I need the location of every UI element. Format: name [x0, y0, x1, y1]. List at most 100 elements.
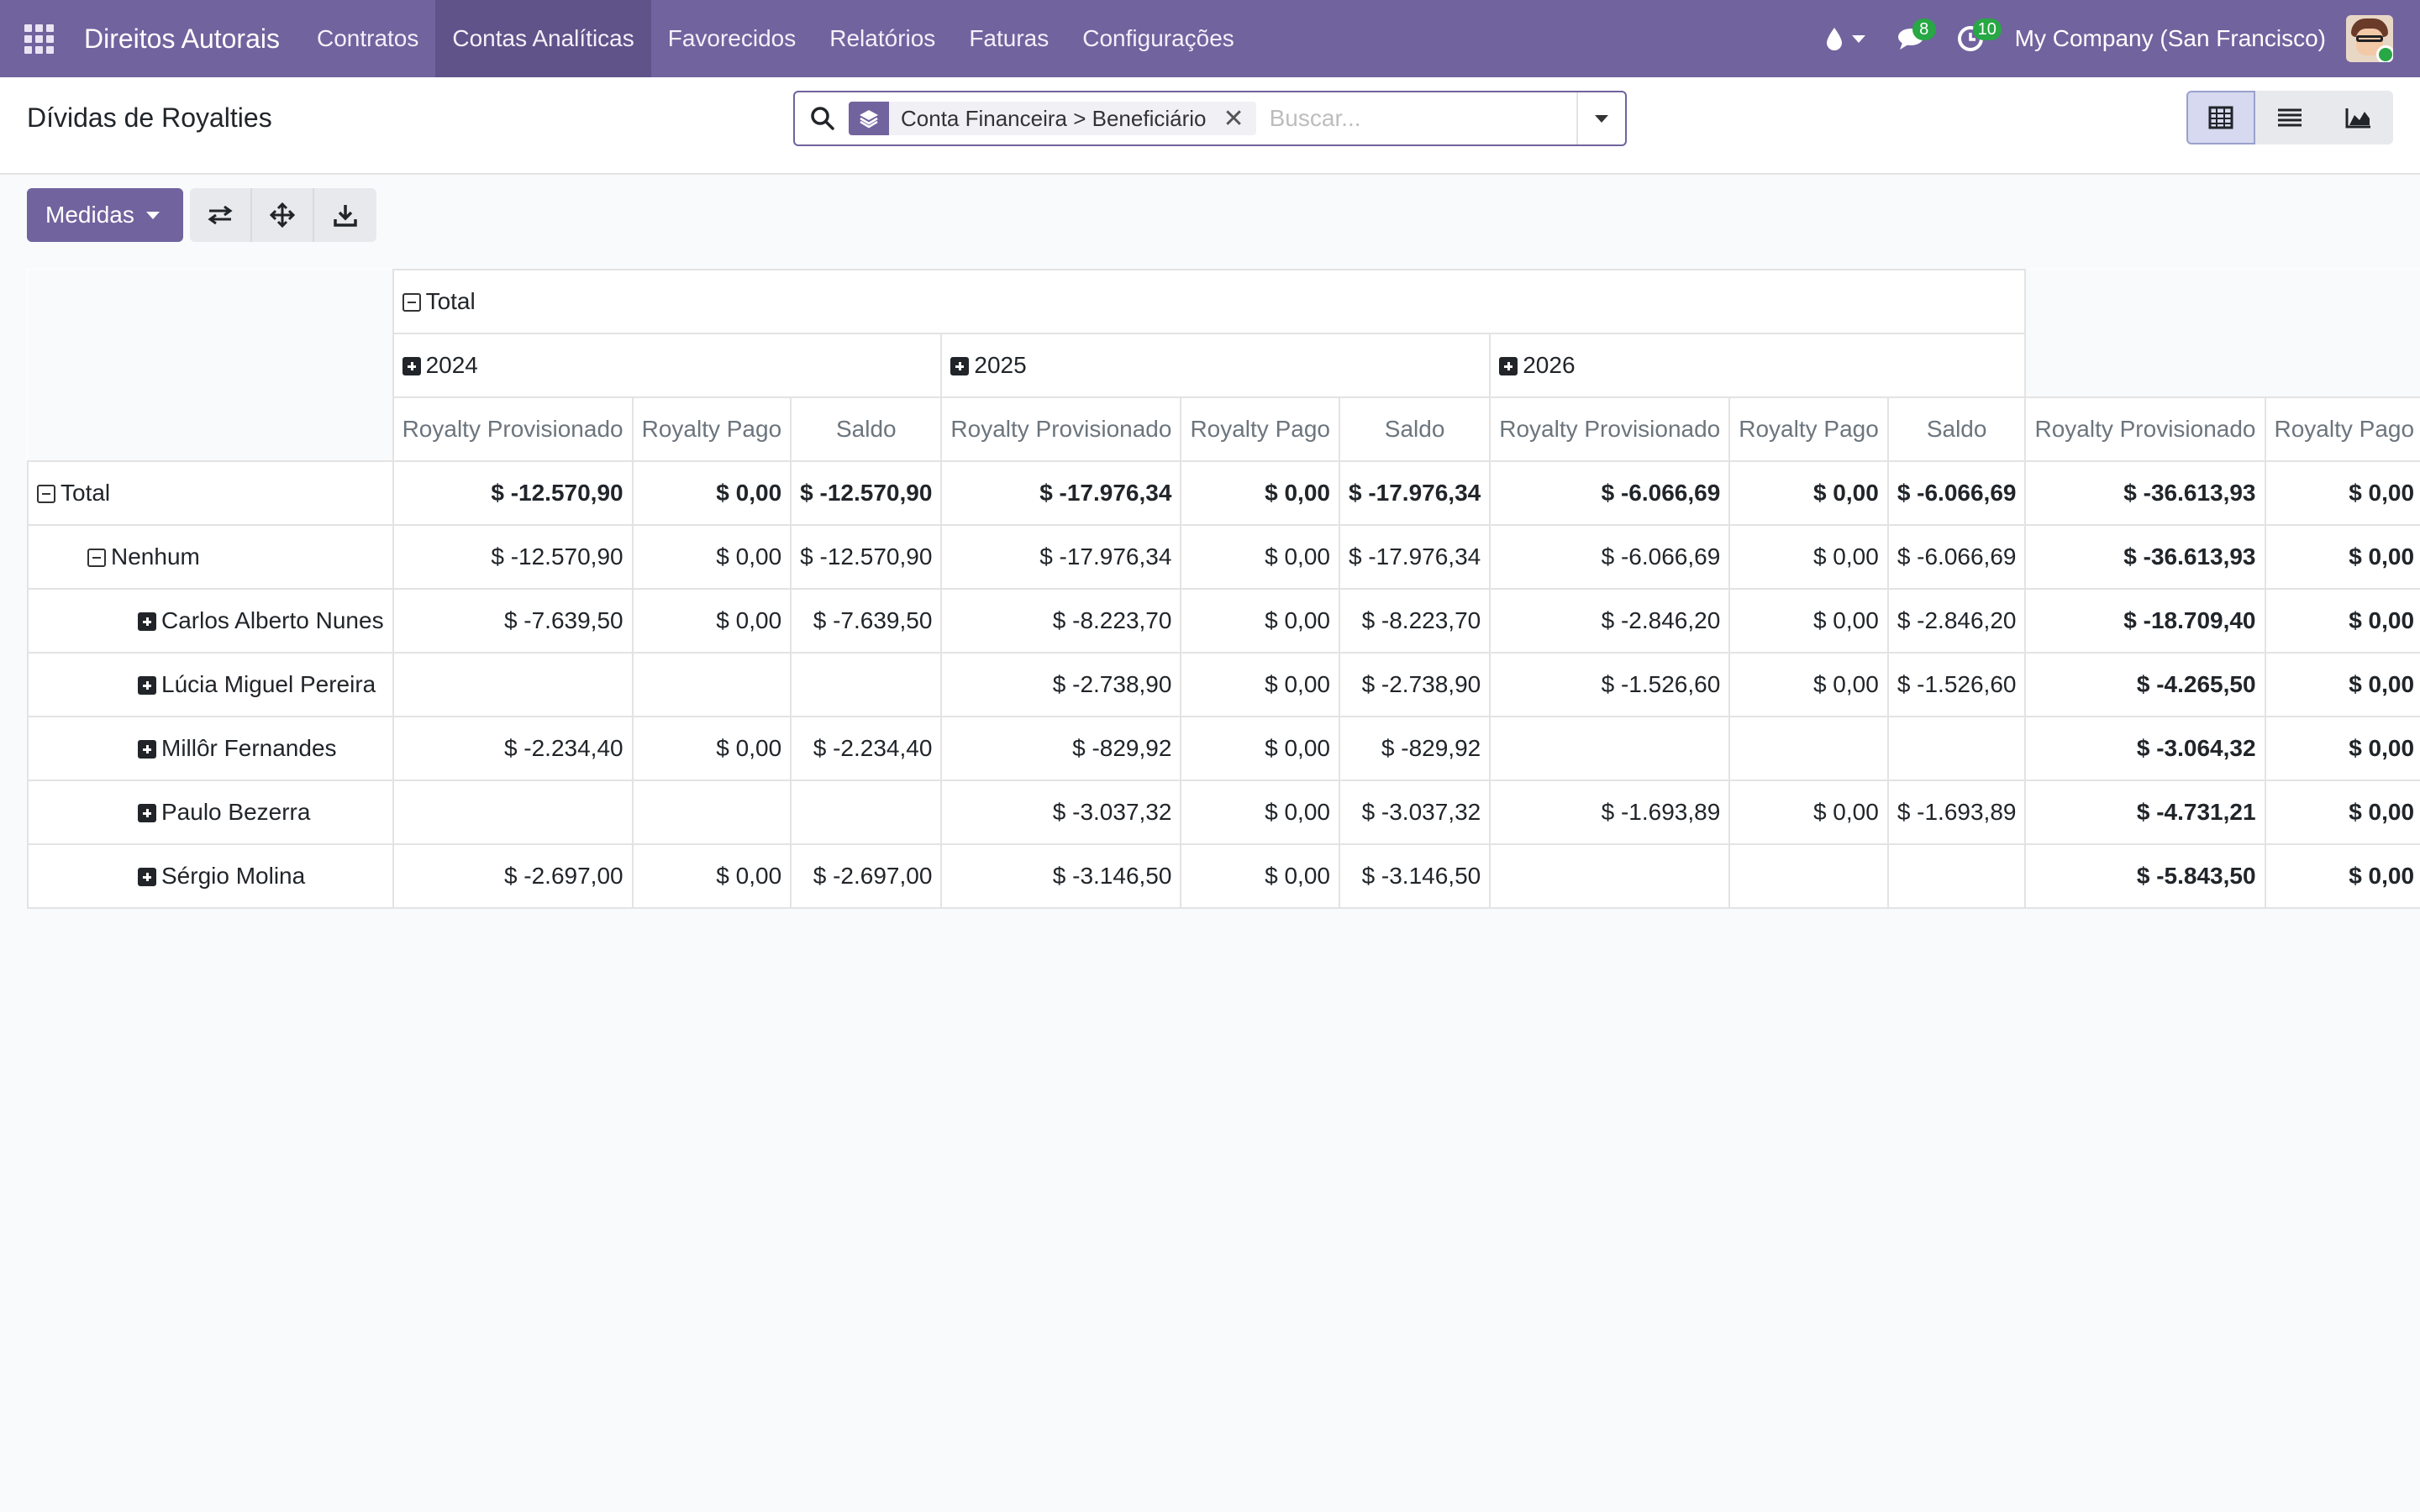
pivot-cell[interactable]: $ -1.526,60: [1489, 652, 1731, 717]
pivot-cell[interactable]: $ 0,00: [1728, 780, 1889, 845]
measure-header[interactable]: Saldo: [1886, 396, 2027, 462]
pivot-cell[interactable]: $ -17.976,34: [1338, 524, 1491, 590]
pivot-cell[interactable]: $ 0,00: [631, 460, 792, 526]
pivot-cell[interactable]: $ 0,00: [631, 524, 792, 590]
pivot-cell[interactable]: $ -2.697,00: [392, 843, 634, 909]
pivot-cell[interactable]: [1886, 843, 2027, 909]
pivot-cell[interactable]: $ -12.570,90: [392, 460, 634, 526]
pivot-cell[interactable]: [631, 780, 792, 845]
pivot-cell[interactable]: [392, 780, 634, 845]
pivot-cell[interactable]: $ -2.234,40: [790, 716, 943, 781]
facet-remove-icon[interactable]: ✕: [1206, 104, 1244, 134]
theme-dropdown[interactable]: [1810, 0, 1881, 77]
pivot-cell[interactable]: $ -2.846,20: [1886, 588, 2027, 654]
pivot-cell[interactable]: [392, 652, 634, 717]
row-header[interactable]: Lúcia Miguel Pereira: [27, 652, 394, 717]
pivot-cell[interactable]: $ -7.639,50: [392, 588, 634, 654]
pivot-cell[interactable]: $ -1.693,89: [1886, 780, 2027, 845]
pivot-cell[interactable]: $ -829,92: [1338, 716, 1491, 781]
pivot-cell[interactable]: $ 0,00: [2264, 843, 2420, 909]
pivot-cell[interactable]: $ -6.066,69: [1886, 524, 2027, 590]
pivot-cell[interactable]: $ -7.639,50: [790, 588, 943, 654]
search-input[interactable]: [1269, 105, 1555, 132]
pivot-cell[interactable]: $ -3.037,32: [1338, 780, 1491, 845]
nav-contratos[interactable]: Contratos: [300, 0, 435, 77]
pivot-cell[interactable]: $ 0,00: [1180, 588, 1340, 654]
year-header-2025[interactable]: 2025: [940, 333, 1491, 398]
pivot-cell[interactable]: $ 0,00: [1728, 652, 1889, 717]
measure-header[interactable]: Royalty Pago: [1728, 396, 1889, 462]
pivot-cell[interactable]: [1489, 716, 1731, 781]
measure-header[interactable]: Saldo: [1338, 396, 1491, 462]
pivot-cell[interactable]: $ -5.843,50: [2024, 843, 2266, 909]
year-header-2026[interactable]: 2026: [1489, 333, 2027, 398]
pivot-cell[interactable]: [631, 652, 792, 717]
measure-header[interactable]: Saldo: [790, 396, 943, 462]
pivot-cell[interactable]: $ -8.223,70: [940, 588, 1182, 654]
messages-button[interactable]: 8: [1881, 0, 1941, 77]
pivot-cell[interactable]: $ -18.709,40: [2024, 588, 2266, 654]
pivot-cell[interactable]: $ 0,00: [1180, 524, 1340, 590]
pivot-cell[interactable]: $ -6.066,69: [1886, 460, 2027, 526]
pivot-cell[interactable]: $ -829,92: [940, 716, 1182, 781]
flip-axis-button[interactable]: [190, 188, 252, 242]
search-options-toggle[interactable]: [1576, 92, 1625, 144]
pivot-cell[interactable]: [1489, 843, 1731, 909]
pivot-cell[interactable]: $ -17.976,34: [1338, 460, 1491, 526]
pivot-cell[interactable]: $ -36.613,93: [2024, 524, 2266, 590]
user-avatar[interactable]: [2346, 15, 2393, 62]
row-header[interactable]: Nenhum: [27, 524, 394, 590]
pivot-cell[interactable]: $ -12.570,90: [790, 460, 943, 526]
app-brand[interactable]: Direitos Autorais: [84, 24, 280, 55]
graph-view-button[interactable]: [2324, 91, 2393, 144]
pivot-cell[interactable]: $ -3.064,32: [2024, 716, 2266, 781]
pivot-cell[interactable]: [1886, 716, 2027, 781]
measures-button[interactable]: Medidas: [27, 188, 183, 242]
nav-relatorios[interactable]: Relatórios: [813, 0, 952, 77]
search-icon[interactable]: [810, 106, 840, 131]
pivot-cell[interactable]: $ -2.846,20: [1489, 588, 1731, 654]
pivot-cell[interactable]: $ 0,00: [1180, 652, 1340, 717]
measure-header[interactable]: Royalty Pago: [631, 396, 792, 462]
pivot-cell[interactable]: $ -4.731,21: [2024, 780, 2266, 845]
pivot-cell[interactable]: $ -17.976,34: [940, 460, 1182, 526]
pivot-cell[interactable]: $ -2.234,40: [392, 716, 634, 781]
nav-faturas[interactable]: Faturas: [952, 0, 1065, 77]
measure-header[interactable]: Royalty Provisionado: [1489, 396, 1731, 462]
pivot-cell[interactable]: $ 0,00: [2264, 652, 2420, 717]
pivot-cell[interactable]: $ -6.066,69: [1489, 524, 1731, 590]
pivot-cell[interactable]: $ 0,00: [2264, 780, 2420, 845]
company-switcher[interactable]: My Company (San Francisco): [2000, 25, 2346, 52]
pivot-cell[interactable]: $ -1.526,60: [1886, 652, 2027, 717]
pivot-cell[interactable]: $ 0,00: [1180, 460, 1340, 526]
pivot-cell[interactable]: $ -36.613,93: [2024, 460, 2266, 526]
expand-all-button[interactable]: [252, 188, 314, 242]
pivot-cell[interactable]: [1728, 716, 1889, 781]
pivot-cell[interactable]: [790, 780, 943, 845]
nav-favorecidos[interactable]: Favorecidos: [651, 0, 813, 77]
pivot-cell[interactable]: $ -3.146,50: [940, 843, 1182, 909]
pivot-cell[interactable]: $ -3.037,32: [940, 780, 1182, 845]
row-header[interactable]: Paulo Bezerra: [27, 780, 394, 845]
pivot-cell[interactable]: $ 0,00: [2264, 524, 2420, 590]
year-header-2024[interactable]: 2024: [392, 333, 943, 398]
pivot-cell[interactable]: $ 0,00: [631, 843, 792, 909]
pivot-cell[interactable]: [1728, 843, 1889, 909]
pivot-cell[interactable]: $ 0,00: [2264, 588, 2420, 654]
row-header[interactable]: Sérgio Molina: [27, 843, 394, 909]
total-column-header[interactable]: Total: [392, 269, 2027, 334]
pivot-cell[interactable]: $ 0,00: [1728, 524, 1889, 590]
nav-contas-analiticas[interactable]: Contas Analíticas: [435, 0, 651, 77]
download-button[interactable]: [314, 188, 376, 242]
pivot-cell[interactable]: $ 0,00: [2264, 716, 2420, 781]
activities-button[interactable]: 10: [1941, 0, 2002, 77]
pivot-cell[interactable]: $ 0,00: [1180, 780, 1340, 845]
row-header[interactable]: Carlos Alberto Nunes: [27, 588, 394, 654]
pivot-cell[interactable]: $ -1.693,89: [1489, 780, 1731, 845]
measure-header[interactable]: Royalty Provisionado: [940, 396, 1182, 462]
pivot-cell[interactable]: $ 0,00: [1728, 460, 1889, 526]
pivot-cell[interactable]: $ -12.570,90: [392, 524, 634, 590]
measure-header[interactable]: Royalty Provisionado: [392, 396, 634, 462]
row-header[interactable]: Total: [27, 460, 394, 526]
pivot-cell[interactable]: $ 0,00: [2264, 460, 2420, 526]
